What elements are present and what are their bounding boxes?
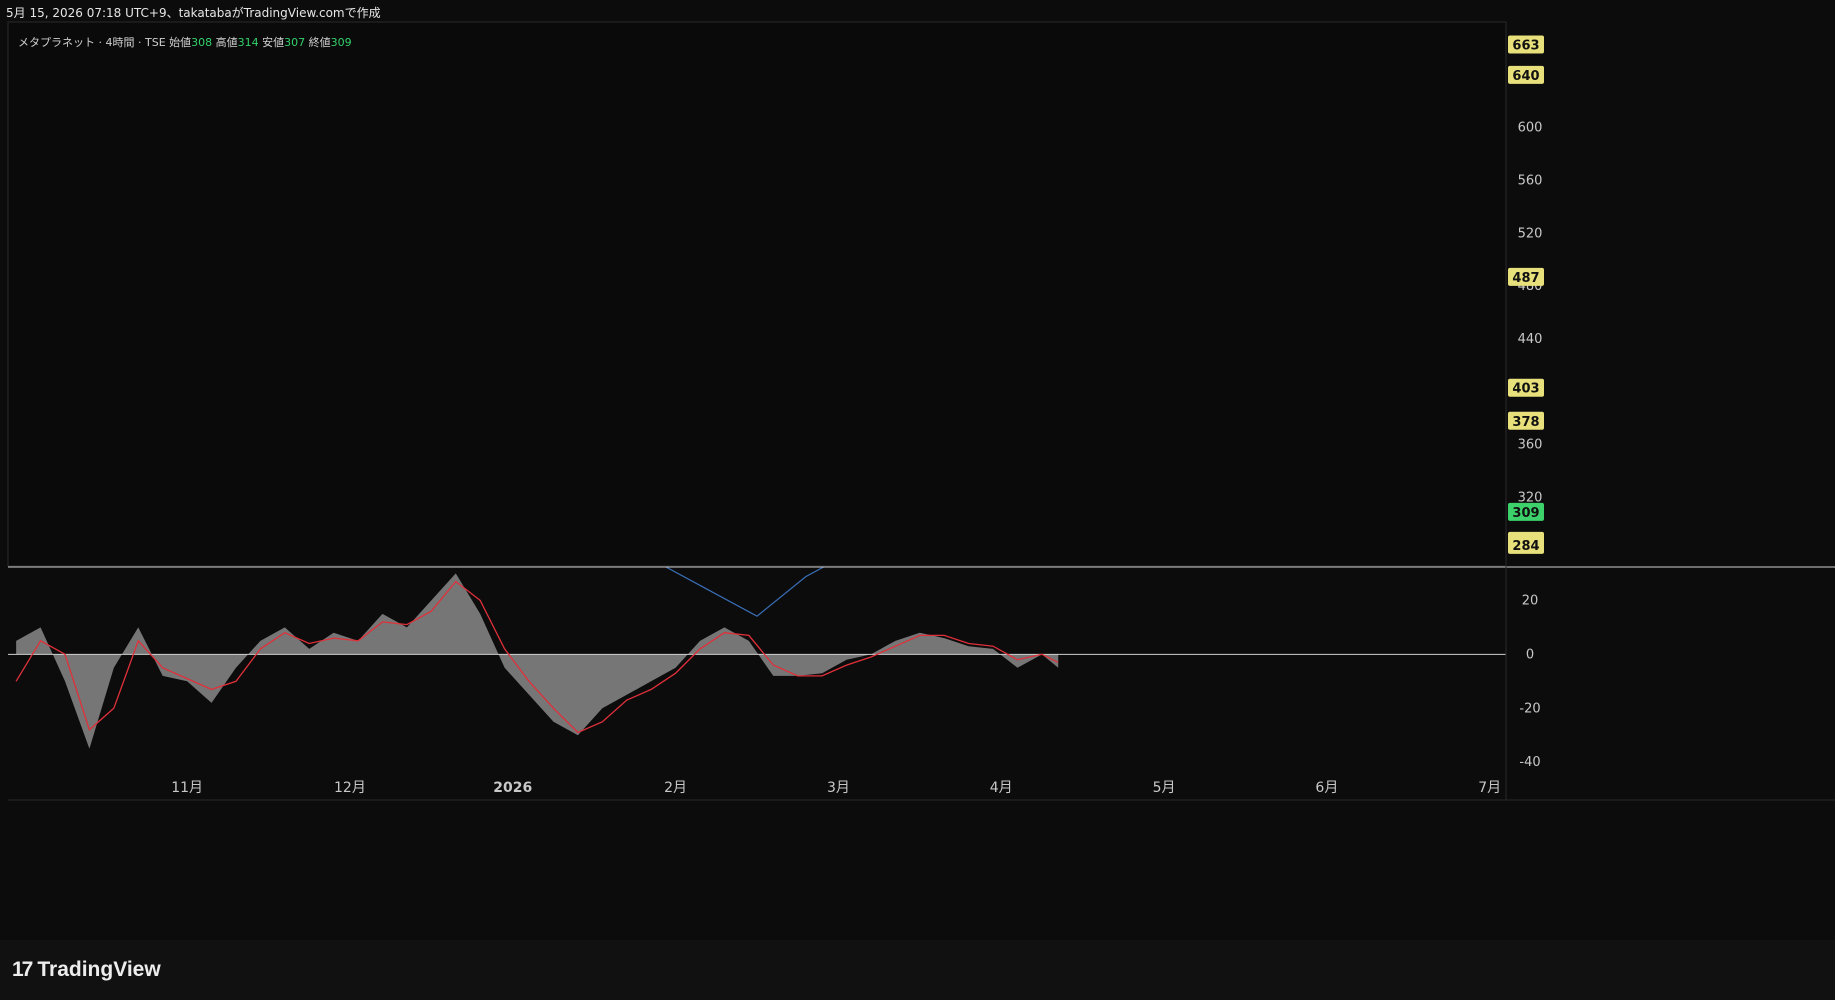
oscillator-pane[interactable]: [8, 573, 1506, 749]
oscillator-tick-label: -20: [1519, 701, 1540, 716]
price-label-text: 284: [1512, 539, 1539, 554]
oscillator-tick-label: -40: [1519, 755, 1540, 770]
symbol-legend: メタプラネット · 4時間 · TSE 始値308 高値314 安値307 終値…: [18, 36, 352, 49]
level-price-label: 640: [1508, 65, 1544, 84]
oscillator-area: [16, 573, 1059, 749]
time-tick-label: 4月: [990, 780, 1013, 796]
time-tick-label: 2月: [664, 780, 687, 796]
legend-close: 309: [330, 36, 352, 49]
legend-interval: 4時間: [105, 36, 135, 49]
price-tick-label: 360: [1518, 438, 1543, 453]
footer-bar: [0, 940, 1835, 1000]
price-label-text: 640: [1512, 69, 1539, 84]
level-price-label: 284: [1508, 535, 1544, 554]
level-price-label: 378: [1508, 411, 1544, 430]
legend-low-label: 安値: [262, 36, 285, 49]
time-tick-label: 6月: [1315, 780, 1338, 796]
legend-exchange: TSE: [145, 36, 166, 49]
price-label-text: 663: [1512, 38, 1539, 53]
price-label-text: 487: [1512, 271, 1539, 286]
price-tick-label: 440: [1518, 332, 1543, 347]
tv-logo-icon: 17: [12, 958, 33, 981]
price-label-text: 378: [1512, 415, 1539, 430]
legend-low: 307: [284, 36, 306, 49]
brand-name: TradingView: [37, 958, 161, 981]
legend-high: 314: [237, 36, 259, 49]
price-pane-frame: [7, 21, 1507, 567]
price-tick-label: 520: [1518, 226, 1543, 241]
legend-high-label: 高値: [215, 36, 238, 49]
level-price-label: 487: [1508, 267, 1544, 286]
time-tick-label: 11月: [171, 780, 203, 796]
oscillator-tick-label: 20: [1522, 593, 1539, 608]
legend-close-label: 終値: [308, 36, 331, 49]
oscillator-tick-label: 0: [1526, 647, 1534, 662]
level-price-label: 663: [1508, 35, 1544, 54]
price-label-text: 309: [1512, 506, 1539, 521]
time-tick-label: 7月: [1478, 780, 1501, 796]
legend-open-label: 始値: [169, 36, 192, 49]
tradingview-logo[interactable]: 17 TradingView: [12, 958, 161, 982]
price-tick-label: 600: [1518, 121, 1543, 136]
time-tick-label: 3月: [827, 780, 850, 796]
time-tick-label: 5月: [1153, 780, 1176, 796]
level-price-label: 403: [1508, 378, 1544, 397]
legend-symbol: メタプラネット: [18, 36, 95, 49]
price-label-text: 403: [1512, 382, 1539, 397]
legend-open: 308: [191, 36, 213, 49]
axes: 600560520480440400360320200-20-4011月12月2…: [7, 21, 1835, 801]
price-tick-label: 560: [1518, 173, 1543, 188]
chart-canvas[interactable]: 3350, 4時間メタプラネット EEE 6005605204804404003…: [0, 0, 1835, 940]
time-tick-label: 2026: [493, 780, 532, 796]
time-tick-label: 12月: [334, 780, 366, 796]
last-price-label: 309: [1508, 502, 1544, 521]
